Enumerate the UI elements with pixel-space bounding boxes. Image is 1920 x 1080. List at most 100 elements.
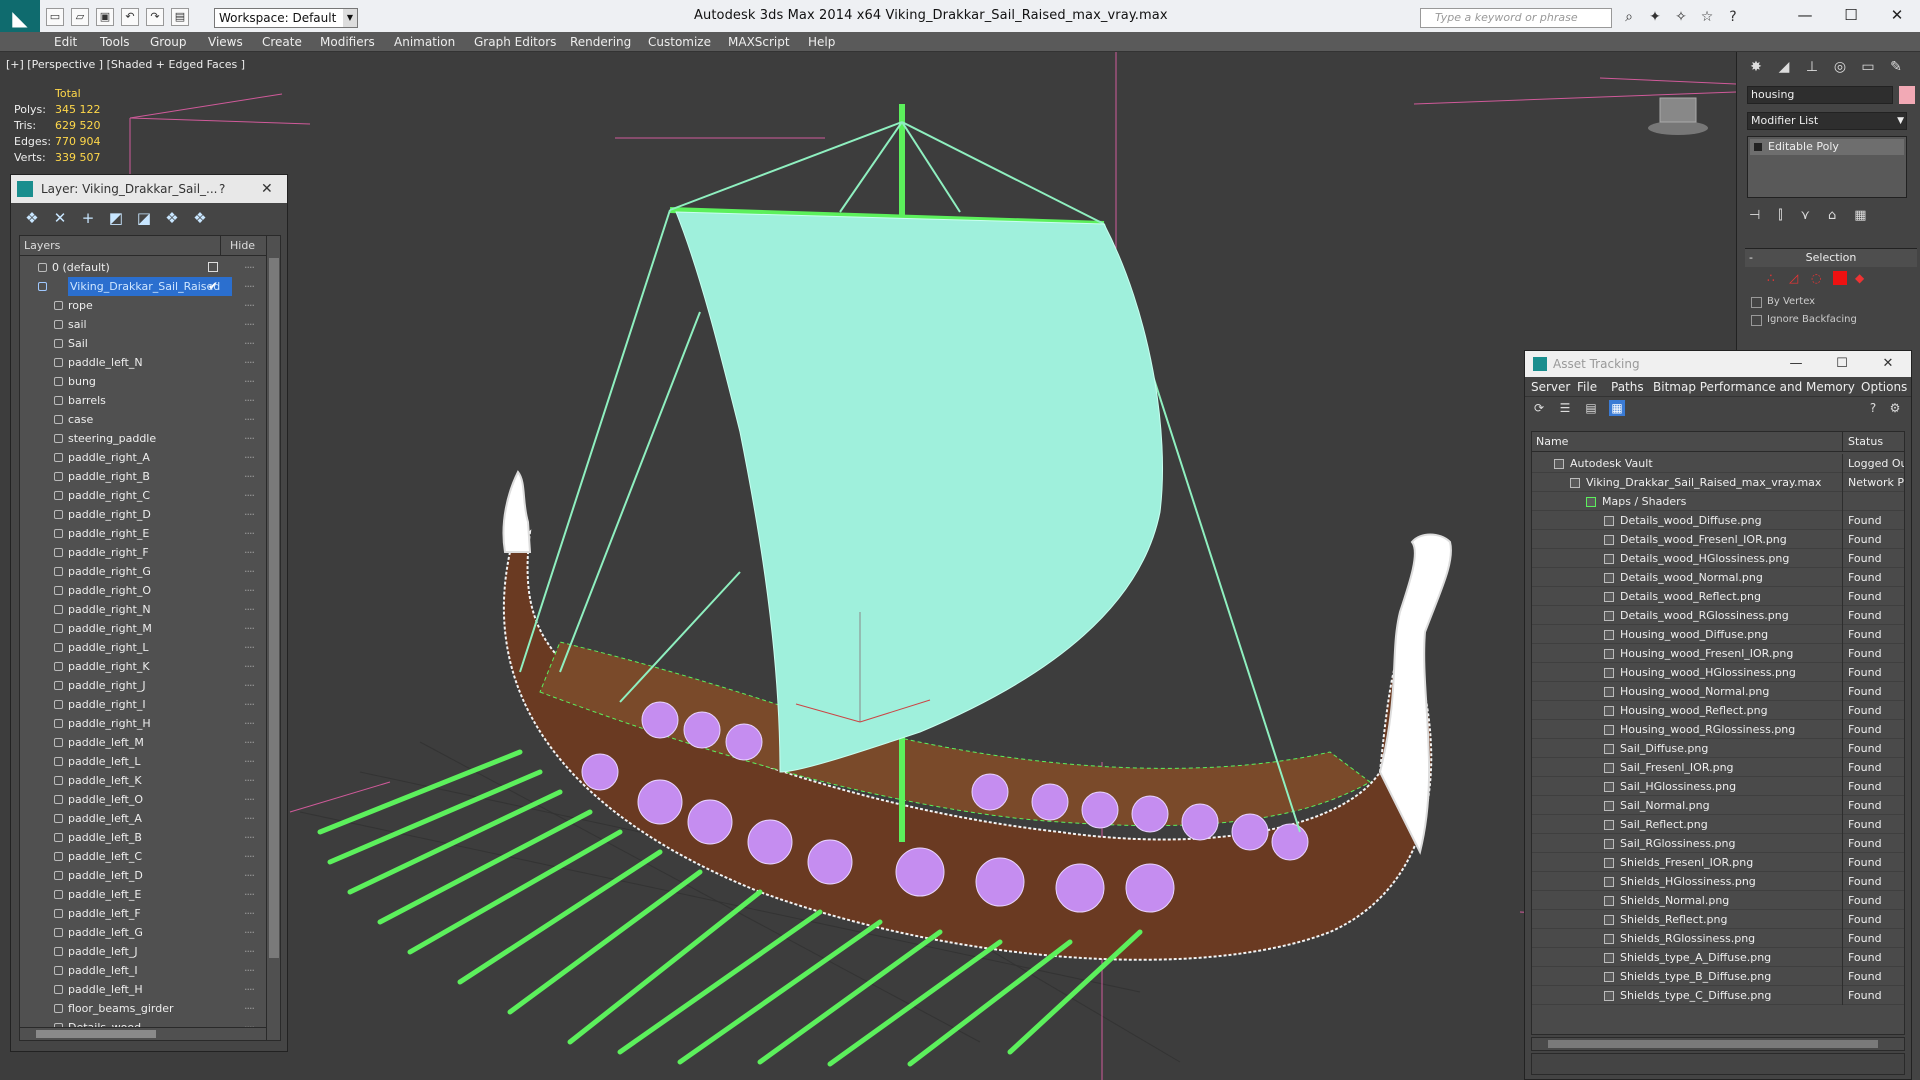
asset-row-map[interactable]: Details_wood_Diffuse.png Found (1532, 511, 1904, 530)
binoculars-icon[interactable]: ⌕ (1620, 8, 1638, 26)
viewcube-icon[interactable] (1646, 94, 1710, 138)
col-layers[interactable]: Layers (24, 239, 60, 252)
hide-toggle[interactable]: ···· (244, 505, 255, 524)
hide-toggle[interactable]: ···· (244, 923, 255, 942)
menu-views[interactable]: Views (208, 35, 243, 49)
asset-row-map[interactable]: Sail_Fresenl_IOR.png Found (1532, 758, 1904, 777)
project-icon[interactable]: ▤ (171, 8, 189, 26)
asset-row-map[interactable]: Shields_RGlossiness.png Found (1532, 929, 1904, 948)
maximize-icon[interactable]: ☐ (1819, 351, 1865, 377)
asset-row-map[interactable]: Shields_type_A_Diffuse.png Found (1532, 948, 1904, 967)
select-objects-icon[interactable]: ◩ (107, 209, 125, 227)
hide-all-icon[interactable]: ❖ (163, 209, 181, 227)
layer-object-row[interactable]: paddle_right_H ···· (20, 714, 260, 733)
display-tab-icon[interactable]: ▭ (1857, 56, 1879, 78)
layer-object-row[interactable]: paddle_left_L ···· (20, 752, 260, 771)
layer-object-row[interactable]: paddle_right_O ···· (20, 581, 260, 600)
hide-toggle[interactable]: ···· (244, 942, 255, 961)
menu-create[interactable]: Create (262, 35, 302, 49)
asset-row-map[interactable]: Details_wood_Fresenl_IOR.png Found (1532, 530, 1904, 549)
hide-toggle[interactable]: ···· (244, 828, 255, 847)
favorites-star-icon[interactable]: ☆ (1698, 8, 1716, 26)
layer-vertical-scrollbar[interactable] (266, 236, 280, 1040)
new-icon[interactable]: ▭ (46, 8, 64, 26)
asset-row-map[interactable]: Shields_type_B_Diffuse.png Found (1532, 967, 1904, 986)
help-icon[interactable]: ? (1724, 8, 1742, 26)
layer-object-row[interactable]: paddle_right_N ···· (20, 600, 260, 619)
asset-row-map[interactable]: Shields_Fresenl_IOR.png Found (1532, 853, 1904, 872)
hide-toggle[interactable]: ···· (244, 315, 255, 334)
border-icon[interactable]: ◌ (1811, 271, 1825, 285)
hide-toggle[interactable]: ···· (244, 790, 255, 809)
configure-sets-icon[interactable]: ▦ (1854, 208, 1866, 223)
asset-row-map[interactable]: Details_wood_Normal.png Found (1532, 568, 1904, 587)
menu-rendering[interactable]: Rendering (570, 35, 631, 49)
asset-row-map[interactable]: Shields_Reflect.png Found (1532, 910, 1904, 929)
checkmark-icon[interactable]: ✔ (208, 277, 218, 296)
asset-row-maps-group[interactable]: Maps / Shaders (1532, 492, 1904, 511)
hide-toggle[interactable]: ···· (244, 429, 255, 448)
layer-object-row[interactable]: sail ···· (20, 315, 260, 334)
hide-toggle[interactable]: ···· (244, 999, 255, 1018)
settings-icon[interactable]: ⚙ (1887, 400, 1903, 416)
asset-row-map[interactable]: Shields_type_C_Diffuse.png Found (1532, 986, 1904, 1005)
hide-toggle[interactable]: ···· (244, 676, 255, 695)
hierarchy-tab-icon[interactable]: ⊥ (1801, 56, 1823, 78)
hide-toggle[interactable]: ···· (244, 866, 255, 885)
pin-stack-icon[interactable]: ⊣ (1749, 208, 1760, 223)
layer-object-row[interactable]: rope ···· (20, 296, 260, 315)
layer-window-titlebar[interactable]: Layer: Viking_Drakkar_Sail_... ? ✕ (11, 175, 287, 203)
layer-object-row[interactable]: paddle_right_L ···· (20, 638, 260, 657)
hide-toggle[interactable]: ···· (244, 562, 255, 581)
asset-row-map[interactable]: Sail_HGlossiness.png Found (1532, 777, 1904, 796)
asset-table[interactable]: Name Status Autodesk Vault Logged Out Vi… (1531, 431, 1905, 1035)
layer-object-row[interactable]: paddle_right_E ···· (20, 524, 260, 543)
object-color-swatch[interactable] (1899, 86, 1915, 104)
layer-object-row[interactable]: paddle_left_K ···· (20, 771, 260, 790)
layer-object-row[interactable]: floor_beams_girder ···· (20, 999, 260, 1018)
utilities-tab-icon[interactable]: ✎ (1885, 56, 1907, 78)
asset-row-map[interactable]: Sail_Normal.png Found (1532, 796, 1904, 815)
hide-toggle[interactable]: ···· (244, 809, 255, 828)
close-icon[interactable]: ✕ (261, 175, 273, 203)
modifier-list-dropdown[interactable]: Modifier List ▼ (1747, 112, 1907, 130)
menu-tools[interactable]: Tools (100, 35, 130, 49)
asset-row-map[interactable]: Housing_wood_Reflect.png Found (1532, 701, 1904, 720)
by-vertex-checkbox[interactable]: By Vertex (1745, 293, 1917, 311)
col-hide[interactable]: Hide (230, 239, 255, 252)
vertex-icon[interactable]: ∴ (1767, 271, 1781, 285)
layer-object-row[interactable]: steering_paddle ···· (20, 429, 260, 448)
layer-object-row[interactable]: paddle_left_F ···· (20, 904, 260, 923)
hide-toggle[interactable]: ···· (244, 467, 255, 486)
hide-toggle[interactable]: ···· (244, 353, 255, 372)
menu-maxscript[interactable]: MAXScript (728, 35, 790, 49)
list-view-icon[interactable]: ☰ (1557, 400, 1573, 416)
asset-horizontal-scrollbar[interactable] (1531, 1037, 1905, 1051)
menu-graph-editors[interactable]: Graph Editors (474, 35, 556, 49)
col-status[interactable]: Status (1848, 435, 1883, 448)
layer-object-row[interactable]: paddle_left_I ···· (20, 961, 260, 980)
asset-row-map[interactable]: Housing_wood_RGlossiness.png Found (1532, 720, 1904, 739)
layer-row-selected[interactable]: Viking_Drakkar_Sail_Raised ✔ ···· (20, 277, 260, 296)
hide-toggle[interactable]: ···· (244, 334, 255, 353)
asset-row-map[interactable]: Housing_wood_Normal.png Found (1532, 682, 1904, 701)
maximize-icon[interactable]: ☐ (1828, 0, 1874, 32)
hide-toggle[interactable]: ···· (244, 448, 255, 467)
hide-toggle[interactable]: ···· (244, 885, 255, 904)
element-icon[interactable]: ◆ (1855, 271, 1869, 285)
hide-toggle[interactable]: ···· (244, 695, 255, 714)
hide-toggle[interactable]: ···· (244, 847, 255, 866)
asset-row-map[interactable]: Details_wood_HGlossiness.png Found (1532, 549, 1904, 568)
layer-object-row[interactable]: paddle_right_K ···· (20, 657, 260, 676)
asset-menu-paths[interactable]: Paths (1611, 380, 1644, 394)
col-name[interactable]: Name (1536, 435, 1568, 448)
hide-toggle[interactable]: ···· (244, 600, 255, 619)
undo-icon[interactable]: ↶ (121, 8, 139, 26)
scrollbar-thumb[interactable] (1548, 1040, 1878, 1048)
layer-list[interactable]: Layers Hide 0 (default) ···· Viking_Drak… (19, 235, 281, 1041)
asset-row-map[interactable]: Details_wood_Reflect.png Found (1532, 587, 1904, 606)
asset-row-map[interactable]: Housing_wood_Fresenl_IOR.png Found (1532, 644, 1904, 663)
hide-toggle[interactable]: ···· (244, 904, 255, 923)
polygon-icon[interactable] (1833, 271, 1847, 285)
layer-object-row[interactable]: paddle_right_G ···· (20, 562, 260, 581)
